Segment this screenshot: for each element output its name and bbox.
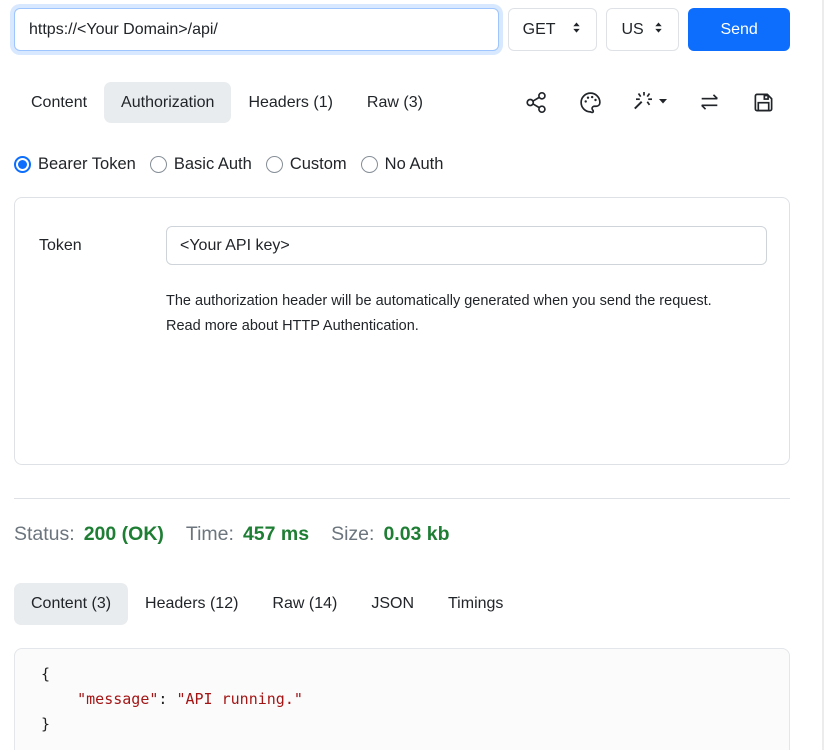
radio-bearer-token[interactable]: Bearer Token (14, 155, 136, 174)
time-label: Time: (186, 523, 234, 546)
status-label: Status: (14, 523, 75, 546)
auth-help-text: The authorization header will be automat… (166, 289, 746, 339)
api-client-page: GET US Send (0, 0, 837, 750)
select-arrows-icon (569, 20, 584, 40)
response-body: { "message": "API running." } (14, 648, 790, 750)
token-row: Token (39, 226, 767, 265)
radio-dot (266, 156, 283, 173)
page-edge-divider (822, 0, 824, 750)
region-select-value: US (621, 21, 643, 39)
status-value: 200 (OK) (84, 523, 164, 546)
magic-wand-dropdown-icon[interactable] (632, 90, 668, 115)
palette-icon[interactable] (578, 90, 603, 115)
radio-dot-selected (14, 156, 31, 173)
save-icon[interactable] (751, 90, 776, 115)
tab-headers[interactable]: Headers (1) (231, 82, 349, 123)
authorization-panel: Token The authorization header will be a… (14, 197, 790, 465)
request-bar: GET US Send (14, 0, 790, 52)
resp-tab-raw[interactable]: Raw (14) (255, 583, 354, 625)
share-icon[interactable] (524, 90, 549, 115)
radio-dot (150, 156, 167, 173)
auth-type-options: Bearer Token Basic Auth Custom No Auth (14, 152, 790, 176)
json-line-close: } (41, 712, 773, 737)
method-select-value: GET (523, 21, 556, 39)
token-input[interactable] (166, 226, 767, 265)
region-select[interactable]: US (606, 8, 679, 51)
tab-raw[interactable]: Raw (3) (350, 82, 440, 123)
resp-tab-timings[interactable]: Timings (431, 583, 520, 625)
status-stat: Status: 200 (OK) (14, 523, 164, 546)
json-key: "message" (77, 690, 158, 708)
size-stat: Size: 0.03 kb (331, 523, 450, 546)
section-divider (14, 498, 790, 499)
json-line-message: "message": "API running." (41, 687, 773, 712)
token-label: Token (39, 237, 166, 255)
method-select[interactable]: GET (508, 8, 598, 51)
radio-label: No Auth (385, 155, 444, 174)
time-value: 457 ms (243, 523, 309, 546)
radio-custom[interactable]: Custom (266, 155, 347, 174)
resp-tab-json[interactable]: JSON (354, 583, 431, 625)
json-separator: : (158, 690, 176, 708)
json-line-open: { (41, 662, 773, 687)
radio-basic-auth[interactable]: Basic Auth (150, 155, 252, 174)
request-toolbar (524, 90, 790, 115)
json-value: "API running." (176, 690, 302, 708)
size-value: 0.03 kb (383, 523, 449, 546)
size-label: Size: (331, 523, 374, 546)
response-status-row: Status: 200 (OK) Time: 457 ms Size: 0.03… (14, 523, 790, 546)
response-tabs: Content (3) Headers (12) Raw (14) JSON T… (14, 583, 790, 625)
resp-tab-content[interactable]: Content (3) (14, 583, 128, 625)
time-stat: Time: 457 ms (186, 523, 309, 546)
request-tabs: Content Authorization Headers (1) Raw (3… (14, 82, 790, 123)
resp-tab-headers[interactable]: Headers (12) (128, 583, 255, 625)
url-input[interactable] (14, 8, 499, 51)
tab-authorization[interactable]: Authorization (104, 82, 231, 123)
radio-label: Basic Auth (174, 155, 252, 174)
radio-dot (361, 156, 378, 173)
select-arrows-icon (651, 20, 666, 40)
radio-label: Custom (290, 155, 347, 174)
radio-label: Bearer Token (38, 155, 136, 174)
swap-arrows-icon[interactable] (697, 90, 722, 115)
radio-no-auth[interactable]: No Auth (361, 155, 444, 174)
tab-content[interactable]: Content (14, 82, 104, 123)
send-button[interactable]: Send (688, 8, 790, 51)
